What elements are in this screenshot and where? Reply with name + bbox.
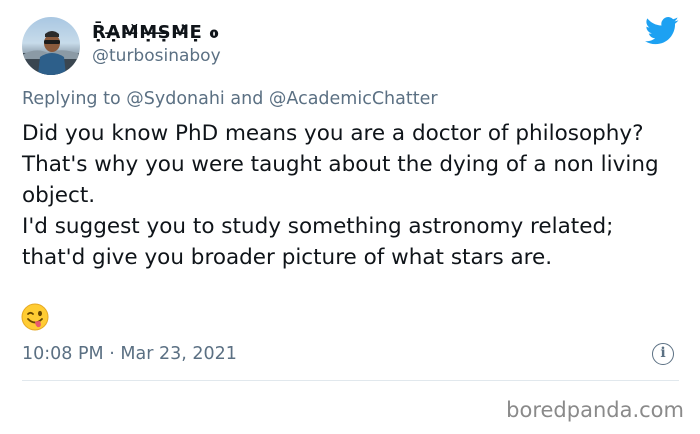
profile-photo-icon — [22, 31, 80, 75]
tweet-text: Did you know PhD means you are a doctor … — [22, 118, 682, 273]
tweet-line-2: I'd suggest you to study something astro… — [22, 214, 614, 270]
divider — [22, 380, 679, 381]
info-icon[interactable]: i — [652, 343, 674, 365]
author-handle[interactable]: @turbosinaboy — [92, 46, 221, 66]
tweet-card: ṜẠ̶M̶̆Ṃ̶Ṣ̶M̶̈Ẹ ߋ @turbosinaboy Replying … — [0, 0, 700, 434]
twitter-bird-icon[interactable] — [645, 16, 679, 46]
winking-face-with-tongue-icon — [21, 303, 49, 331]
tweet-line-1: Did you know PhD means you are a doctor … — [22, 121, 659, 208]
tweet-date: Mar 23, 2021 — [120, 344, 237, 364]
timestamp-separator: · — [109, 344, 115, 364]
boredpanda-watermark: boredpanda.com — [506, 398, 684, 422]
tweet-time: 10:08 PM — [22, 344, 104, 364]
replying-to: Replying to @Sydonahi and @AcademicChatt… — [22, 89, 438, 109]
replying-joiner: and — [230, 89, 264, 109]
tweet-timestamp[interactable]: 10:08 PM · Mar 23, 2021 — [22, 344, 237, 364]
replying-prefix: Replying to — [22, 89, 121, 109]
mention-academicchatter[interactable]: @AcademicChatter — [269, 89, 438, 109]
avatar[interactable] — [22, 17, 80, 75]
mention-sydonahi[interactable]: @Sydonahi — [126, 89, 225, 109]
author-display-name[interactable]: ṜẠ̶M̶̆Ṃ̶Ṣ̶M̶̈Ẹ ߋ — [92, 22, 219, 43]
